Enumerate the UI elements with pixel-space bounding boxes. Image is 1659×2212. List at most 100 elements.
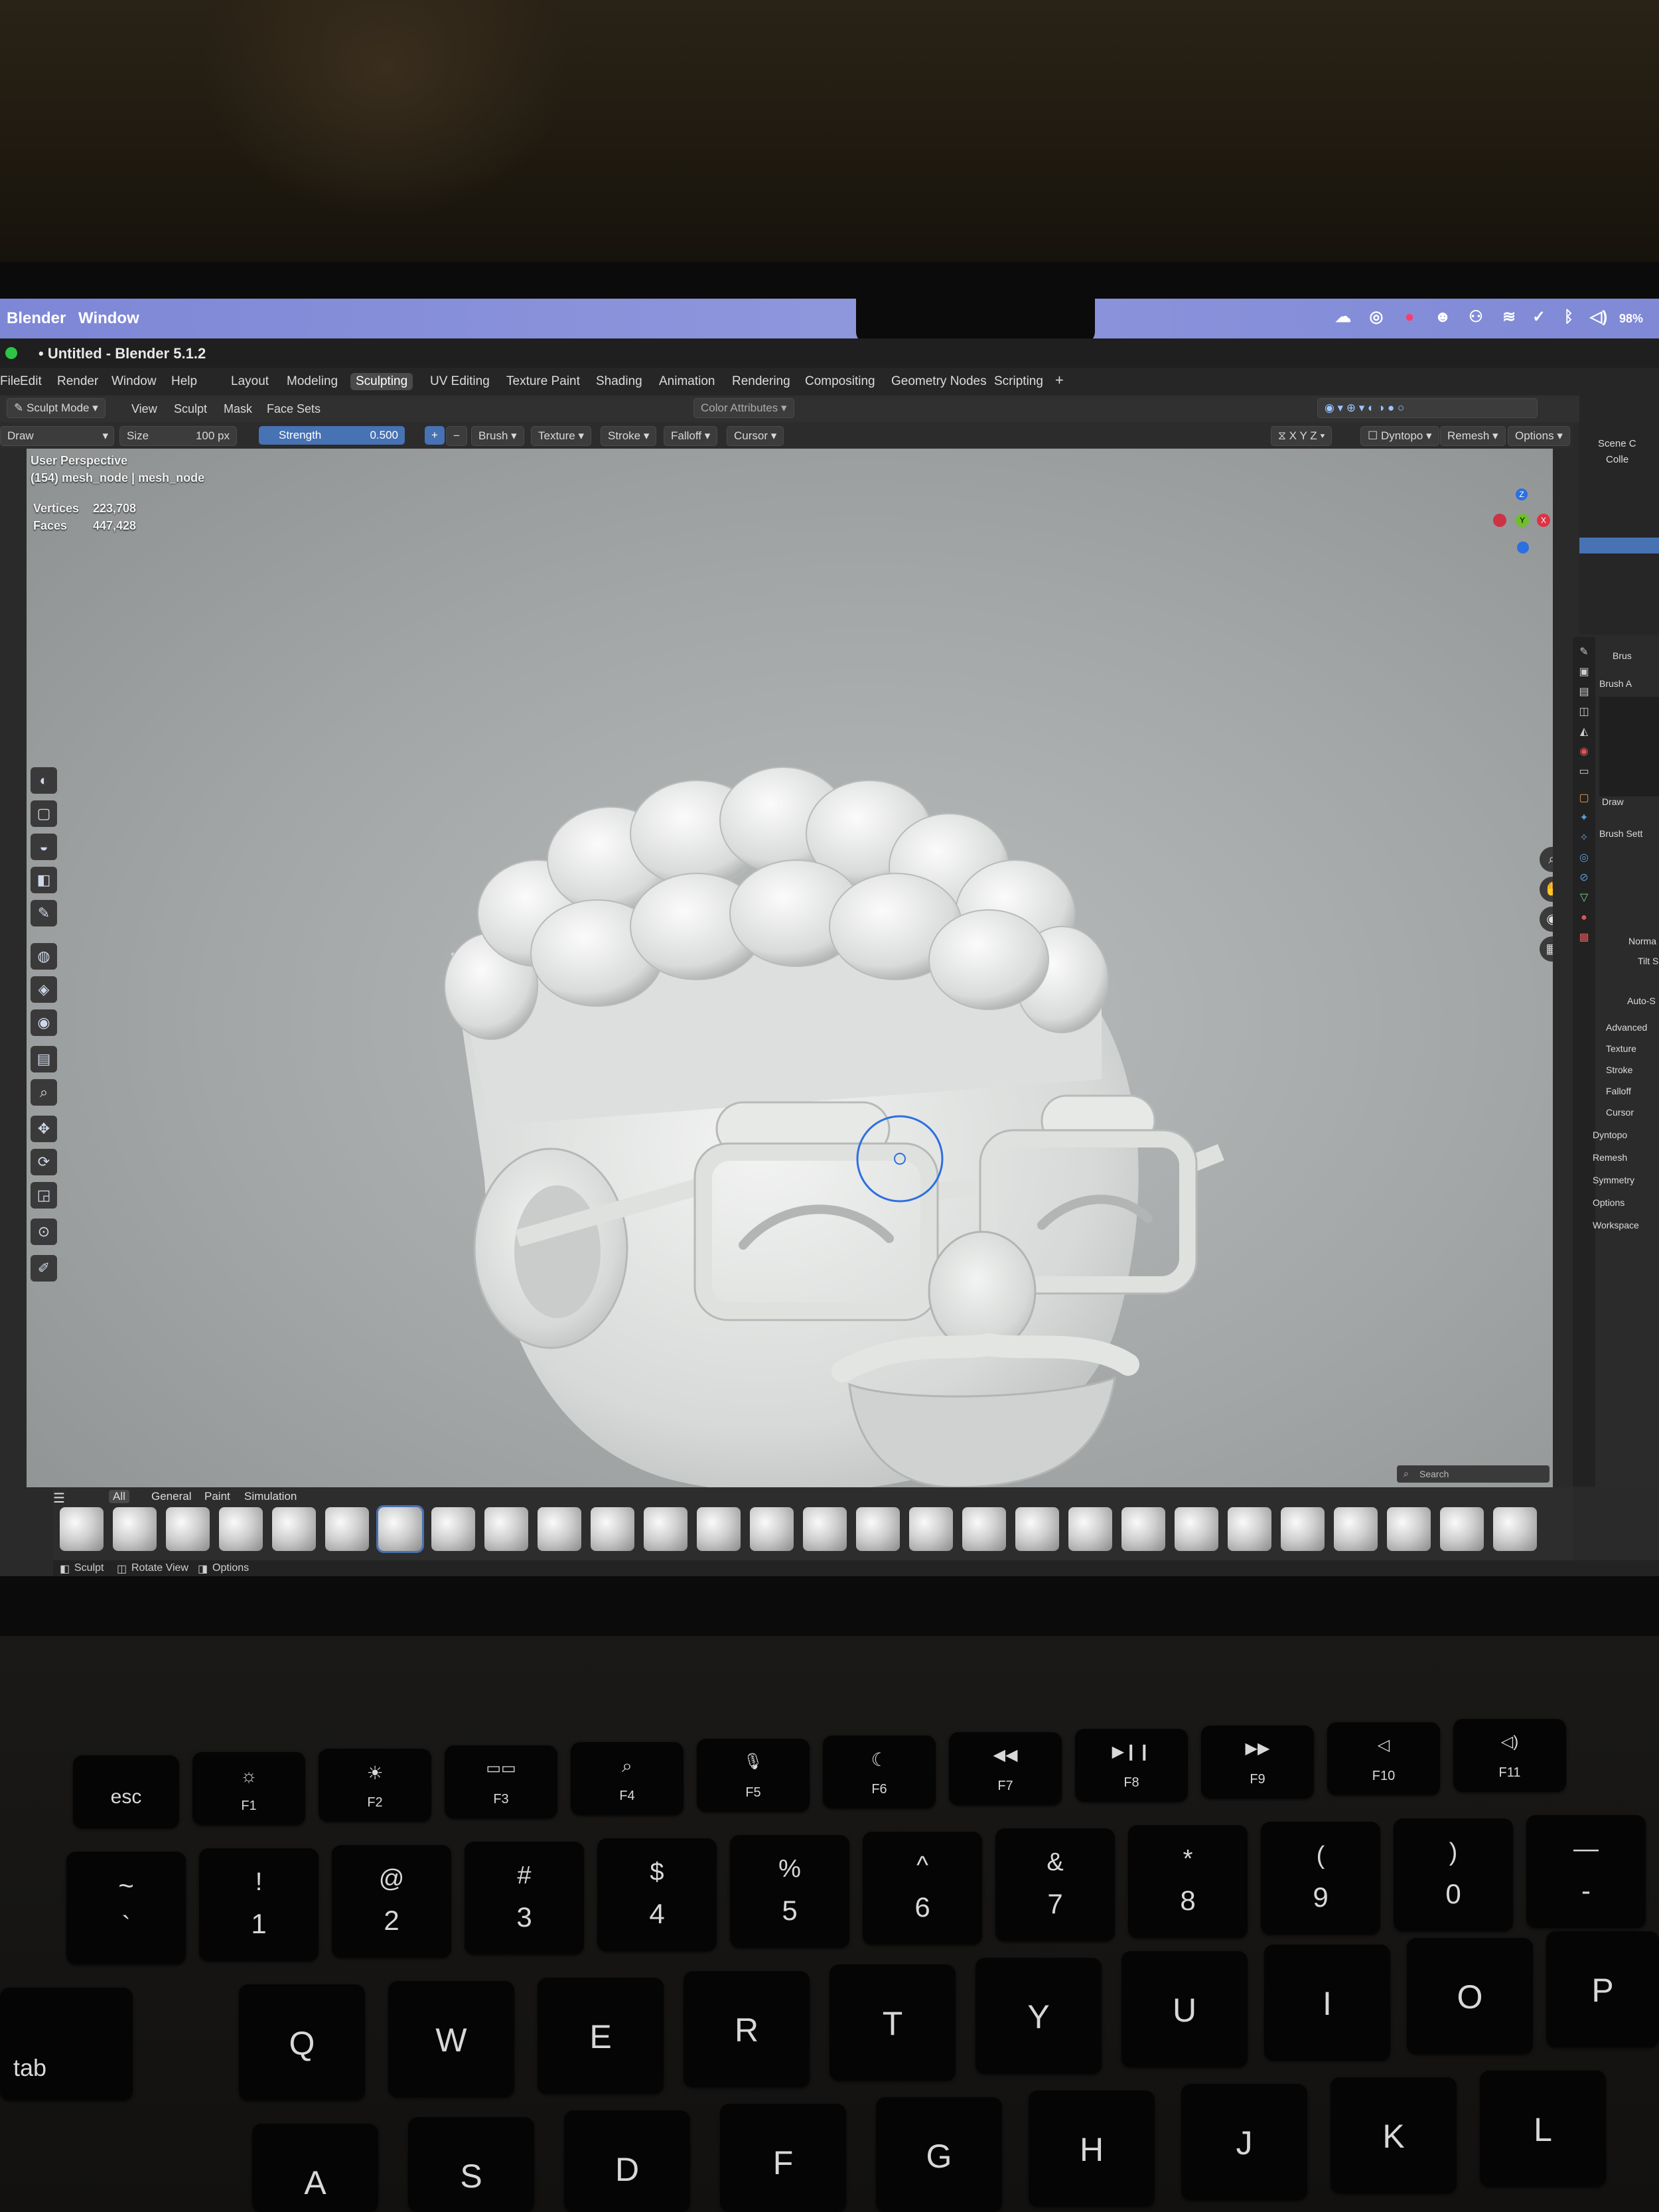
user-icon[interactable]: ☻ xyxy=(1433,308,1452,327)
key-minus[interactable]: — - xyxy=(1526,1815,1646,1928)
key-k[interactable]: K xyxy=(1331,2077,1457,2193)
key-g[interactable]: G xyxy=(876,2097,1002,2212)
collection-tab-icon[interactable]: ▭ xyxy=(1575,763,1593,780)
check-icon[interactable]: ✓ xyxy=(1530,308,1548,327)
line-project-icon[interactable]: ▤ xyxy=(31,1046,57,1072)
key-f7[interactable]: ◀◀ F7 xyxy=(949,1732,1062,1805)
overlay-icon[interactable]: ◉ ▾ ⊕ ▾ ◐ ◑ ● ○ xyxy=(1325,402,1404,414)
clay-tool-icon[interactable]: ▢ xyxy=(31,800,57,827)
key-s[interactable]: S xyxy=(408,2117,534,2212)
output-tab-icon[interactable]: ▤ xyxy=(1575,684,1593,701)
key-7[interactable]: & 7 xyxy=(995,1828,1115,1941)
outliner-scene-collection[interactable]: Scene C xyxy=(1598,438,1636,449)
add-direction-button[interactable]: + xyxy=(425,426,445,445)
props-section-options[interactable]: Options xyxy=(1593,1197,1624,1208)
brush-thumb[interactable] xyxy=(1228,1507,1271,1551)
key-r[interactable]: R xyxy=(684,1971,810,2087)
shelf-tab-all[interactable]: All xyxy=(109,1490,129,1503)
options-dropdown[interactable]: Options ▾ xyxy=(1508,426,1570,446)
texture-panel-dropdown[interactable]: Texture ▾ xyxy=(531,426,592,446)
3d-viewport[interactable]: User Perspective (154) mesh_node | mesh_… xyxy=(27,449,1553,1487)
bluetooth-icon[interactable]: ᛒ xyxy=(1559,308,1578,327)
props-section-cursor[interactable]: Cursor xyxy=(1606,1107,1634,1118)
transform-tool-icon[interactable]: ⊙ xyxy=(31,1218,57,1245)
tab-shading[interactable]: Shading xyxy=(596,374,642,389)
brush-thumb[interactable] xyxy=(1281,1507,1325,1551)
key-q[interactable]: Q xyxy=(239,1984,365,2101)
people-icon[interactable]: ⚇ xyxy=(1467,308,1485,327)
brush-panel-dropdown[interactable]: Brush ▾ xyxy=(471,426,524,446)
view-layer-tab-icon[interactable]: ◫ xyxy=(1575,703,1593,721)
brush-thumb[interactable] xyxy=(1334,1507,1378,1551)
brush-thumb[interactable] xyxy=(1387,1507,1431,1551)
brush-thumb[interactable] xyxy=(166,1507,210,1551)
render-tab-icon[interactable]: ▣ xyxy=(1575,664,1593,681)
brush-thumb-active[interactable] xyxy=(376,1505,424,1553)
menu-edit[interactable]: Edit xyxy=(20,374,42,389)
tab-animation[interactable]: Animation xyxy=(659,374,715,389)
key-3[interactable]: # 3 xyxy=(465,1842,584,1954)
key-j[interactable]: J xyxy=(1181,2084,1307,2200)
brush-thumb[interactable] xyxy=(60,1507,104,1551)
focus-icon[interactable]: ● xyxy=(1400,308,1419,327)
brush-thumb[interactable] xyxy=(697,1507,741,1551)
brush-thumb[interactable] xyxy=(591,1507,634,1551)
key-6[interactable]: ^ 6 xyxy=(863,1832,982,1945)
particles-tab-icon[interactable]: ✧ xyxy=(1575,830,1593,847)
tab-layout[interactable]: Layout xyxy=(231,374,269,389)
key-l[interactable]: L xyxy=(1480,2071,1606,2187)
brush-thumb[interactable] xyxy=(1121,1507,1165,1551)
brush-selector[interactable]: Draw ▾ xyxy=(0,426,114,446)
tab-modeling[interactable]: Modeling xyxy=(287,374,338,389)
key-f6[interactable]: ☾ F6 xyxy=(823,1735,936,1808)
cursor-panel-dropdown[interactable]: Cursor ▾ xyxy=(727,426,784,446)
shelf-tab-paint[interactable]: Paint xyxy=(204,1490,230,1503)
key-h[interactable]: H xyxy=(1029,2091,1155,2207)
props-section-texture[interactable]: Texture xyxy=(1606,1043,1636,1054)
key-esc[interactable]: esc xyxy=(73,1755,179,1828)
menu-render[interactable]: Render xyxy=(57,374,98,389)
key-tab[interactable]: tab xyxy=(0,1988,133,2101)
key-f5[interactable]: 🎙 F5 xyxy=(697,1739,810,1812)
data-tab-icon[interactable]: ▽ xyxy=(1575,889,1593,907)
face-set-icon[interactable]: ◈ xyxy=(31,976,57,1003)
props-section-dyntopo[interactable]: Dyntopo xyxy=(1593,1130,1627,1140)
props-section-advanced[interactable]: Advanced xyxy=(1606,1022,1647,1033)
texture-tab-icon[interactable]: ▩ xyxy=(1575,929,1593,946)
props-section-workspace[interactable]: Workspace xyxy=(1593,1220,1639,1230)
gizmo-neg-z-axis[interactable] xyxy=(1517,542,1529,553)
world-tab-icon[interactable]: ◉ xyxy=(1575,743,1593,761)
trim-tool-icon[interactable]: ◉ xyxy=(31,1009,57,1036)
brush-thumb[interactable] xyxy=(1068,1507,1112,1551)
dyntopo-dropdown[interactable]: ☐ Dyntopo ▾ xyxy=(1360,426,1439,446)
asset-search-box[interactable]: ⌕ Search xyxy=(1397,1465,1550,1483)
symmetry-x[interactable]: X xyxy=(1289,429,1297,442)
smooth-tool-icon[interactable]: ◒ xyxy=(31,834,57,860)
outliner-collection[interactable]: Colle xyxy=(1606,454,1628,465)
brush-thumb[interactable] xyxy=(1175,1507,1218,1551)
symmetry-z[interactable]: Z xyxy=(1310,429,1317,442)
falloff-panel-dropdown[interactable]: Falloff ▾ xyxy=(664,426,718,446)
props-section-remesh[interactable]: Remesh xyxy=(1593,1152,1627,1163)
brush-thumb[interactable] xyxy=(538,1507,581,1551)
stroke-panel-dropdown[interactable]: Stroke ▾ xyxy=(601,426,657,446)
tool-tab-icon[interactable]: ✎ xyxy=(1575,644,1593,661)
key-d[interactable]: D xyxy=(564,2110,690,2212)
menubar-app-name[interactable]: Blender xyxy=(7,309,66,328)
props-section-symmetry[interactable]: Symmetry xyxy=(1593,1175,1634,1185)
window-zoom-button[interactable] xyxy=(5,347,17,359)
key-i[interactable]: I xyxy=(1264,1945,1390,2061)
tab-sculpting[interactable]: Sculpting xyxy=(350,373,413,390)
menu-view[interactable]: View xyxy=(131,402,157,416)
key-o[interactable]: O xyxy=(1407,1938,1533,2054)
size-field[interactable]: Size 100 px xyxy=(119,426,237,446)
shelf-menu-icon[interactable]: ☰ xyxy=(53,1490,65,1507)
brush-thumb[interactable] xyxy=(1440,1507,1484,1551)
menu-mask[interactable]: Mask xyxy=(224,402,252,416)
key-f1[interactable]: ☼ F1 xyxy=(192,1752,305,1825)
gizmo-x-axis[interactable]: X xyxy=(1537,514,1550,527)
brush-thumb[interactable] xyxy=(272,1507,316,1551)
gizmo-z-axis[interactable]: Z xyxy=(1516,488,1528,500)
tab-compositing[interactable]: Compositing xyxy=(805,374,875,389)
menu-sculpt[interactable]: Sculpt xyxy=(174,402,207,416)
